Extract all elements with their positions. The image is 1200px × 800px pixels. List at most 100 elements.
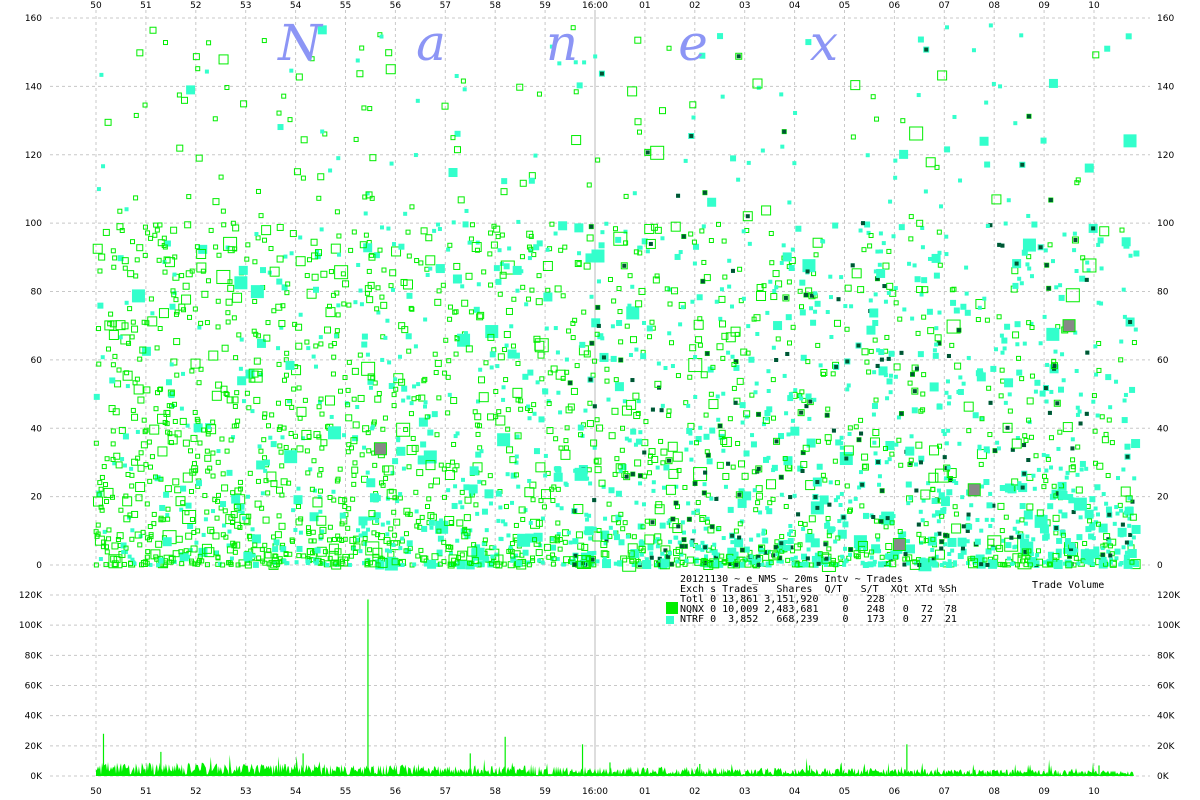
ntrf-trade-mark: [239, 337, 244, 342]
ntrf-trade-mark: [839, 491, 844, 496]
ntrf-trade-mark: [1002, 346, 1007, 351]
ntrf-trade-mark: [715, 394, 720, 399]
ntrf-trade-mark: [930, 547, 935, 552]
ntrf-trade-mark: [398, 546, 403, 551]
ntrf-trade-mark: [130, 528, 135, 533]
ntrf-trade-mark: [693, 355, 698, 360]
ntrf-trade-mark: [786, 432, 791, 437]
ntrf-trade-mark: [498, 536, 503, 541]
ntrf-trade-mark: [1088, 533, 1095, 540]
ntrf-trade-mark: [234, 276, 248, 290]
ntrf-trade-mark: [186, 554, 191, 559]
ntrf-trade-mark: [873, 292, 878, 297]
ntrf-trade-mark: [853, 496, 858, 501]
ntrf-trade-mark: [937, 403, 942, 408]
ntrf-trade-mark: [816, 463, 823, 470]
ntrf-trade-mark: [495, 490, 502, 497]
ntrf-trade-mark: [488, 501, 493, 506]
crossed-trade-mark: [966, 512, 971, 517]
ntrf-trade-mark: [1078, 515, 1083, 520]
ntrf-trade-mark: [439, 518, 444, 523]
ntrf-trade-mark: [1035, 560, 1040, 565]
ntrf-trade-mark: [537, 558, 542, 563]
ntrf-trade-mark: [1083, 560, 1088, 565]
ntrf-trade-mark: [227, 529, 232, 534]
ntrf-trade-mark: [969, 503, 974, 508]
crossed-trade-mark: [702, 190, 707, 195]
ntrf-trade-mark: [667, 551, 672, 556]
x-tick-label-top: 51: [140, 1, 151, 11]
ntrf-trade-mark: [881, 561, 886, 566]
crossed-trade-mark: [879, 357, 884, 362]
ntrf-trade-mark: [939, 562, 944, 567]
crossed-trade-mark: [979, 562, 984, 567]
ntrf-trade-mark: [936, 488, 941, 493]
ntrf-trade-mark: [337, 252, 342, 257]
ntrf-trade-mark: [600, 230, 605, 235]
ntrf-trade-mark: [843, 559, 848, 564]
ntrf-trade-mark: [656, 361, 661, 366]
crossed-trade-mark: [1020, 162, 1025, 167]
ntrf-trade-mark: [256, 338, 266, 348]
ntrf-trade-mark: [423, 317, 428, 322]
ntrf-trade-mark: [740, 420, 745, 425]
ntrf-trade-mark: [413, 153, 418, 158]
ntrf-trade-mark: [956, 389, 961, 394]
ntrf-trade-mark: [821, 239, 826, 244]
ntrf-trade-mark: [675, 559, 680, 564]
x-tick-label-bottom: 53: [240, 787, 251, 797]
ntrf-trade-mark: [453, 484, 458, 489]
ntrf-trade-mark: [172, 272, 177, 277]
ntrf-trade-mark: [1045, 362, 1050, 367]
x-tick-label-bottom: 55: [340, 787, 351, 797]
ntrf-trade-mark: [294, 560, 299, 565]
ntrf-trade-mark: [406, 292, 413, 299]
ntrf-trade-mark: [706, 458, 713, 465]
ntrf-trade-mark: [649, 551, 654, 556]
ntrf-trade-mark: [926, 308, 933, 315]
x-tick-label-top: 56: [390, 1, 402, 11]
ntrf-trade-mark: [950, 548, 955, 553]
crossed-trade-mark: [1047, 410, 1052, 415]
ntrf-trade-mark: [367, 516, 372, 521]
ntrf-trade-mark: [920, 245, 925, 250]
ntrf-trade-mark: [420, 441, 427, 448]
ntrf-trade-mark: [1099, 301, 1104, 306]
y-tick-label-left: 60: [31, 356, 43, 366]
ntrf-trade-mark: [994, 347, 999, 352]
ntrf-trade-mark: [478, 367, 483, 372]
ntrf-trade-mark: [999, 333, 1004, 338]
y-tick-label-left: 40: [31, 424, 43, 434]
ntrf-trade-mark: [630, 428, 637, 435]
ntrf-trade-mark: [608, 487, 615, 494]
ntrf-trade-mark: [463, 331, 468, 336]
ntrf-trade-mark: [553, 472, 563, 482]
ntrf-trade-mark: [934, 532, 939, 537]
ntrf-trade-mark: [893, 374, 898, 379]
ntrf-trade-mark: [749, 537, 754, 542]
chart-background: [0, 0, 1200, 800]
crossed-trade-mark: [630, 472, 635, 477]
y-tick-label-left: 100: [25, 219, 42, 229]
ntrf-trade-mark: [1075, 472, 1080, 477]
ntrf-trade-mark: [703, 526, 708, 531]
ntrf-trade-mark: [730, 354, 735, 359]
ntrf-trade-mark: [971, 48, 976, 53]
ntrf-trade-mark: [746, 160, 751, 165]
x-tick-label-bottom: 02: [689, 787, 700, 797]
ntrf-trade-mark: [888, 373, 893, 378]
ntrf-trade-mark: [660, 558, 670, 568]
ntrf-trade-mark: [1101, 492, 1106, 497]
ntrf-trade-mark: [779, 492, 784, 497]
ntrf-trade-mark: [865, 153, 870, 158]
ntrf-trade-mark: [365, 470, 370, 475]
ntrf-trade-mark: [680, 305, 685, 310]
ntrf-trade-mark: [1122, 314, 1127, 319]
ntrf-trade-mark: [741, 229, 746, 234]
ntrf-trade-mark: [747, 241, 752, 246]
ntrf-trade-mark: [684, 558, 689, 563]
ntrf-trade-mark: [893, 175, 898, 180]
ntrf-trade-mark: [379, 225, 384, 230]
ntrf-trade-mark: [663, 464, 670, 471]
crossed-trade-mark: [1043, 386, 1048, 391]
